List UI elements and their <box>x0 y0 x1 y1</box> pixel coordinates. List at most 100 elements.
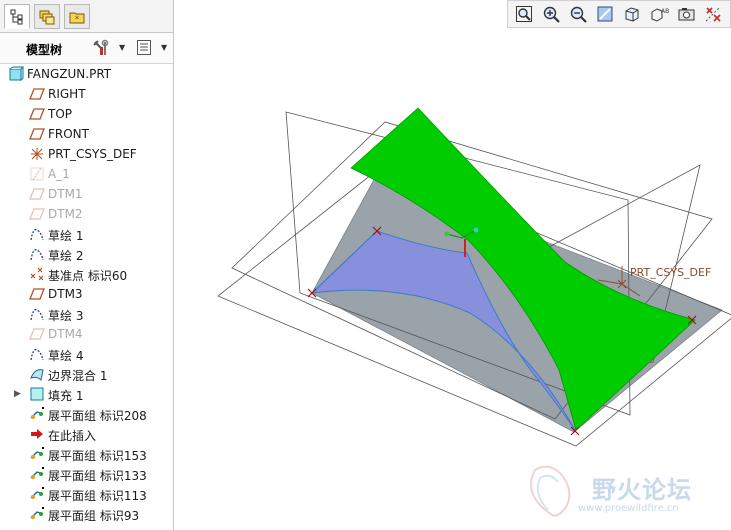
view-manager-icon <box>678 8 695 21</box>
part-icon <box>9 66 24 82</box>
tree-item[interactable]: 草绘 1 <box>0 224 173 244</box>
datum-display-icon <box>705 6 721 22</box>
tree-item-label: 展平面组 标识93 <box>48 509 140 523</box>
tree-show-button[interactable] <box>136 39 154 60</box>
watermark-url: www.proewildfire.cn <box>578 503 679 514</box>
tree-item-label: 草绘 1 <box>48 229 84 243</box>
tree-settings-dropdown-icon[interactable]: ▼ <box>119 43 125 52</box>
sketch-icon <box>30 309 44 321</box>
flatten-quilt-icon <box>30 507 44 519</box>
tree-item[interactable]: 展平面组 标识113 <box>0 484 173 504</box>
tree-item[interactable]: DTM1 <box>0 184 173 204</box>
sketch-icon <box>30 229 44 241</box>
repaint-icon <box>597 6 613 22</box>
tree-item[interactable]: 展平面组 标识93 <box>0 504 173 524</box>
model-tree-tab-icon <box>10 9 23 25</box>
insert-here-arrow-icon <box>31 429 43 439</box>
tree-item-label: DTM4 <box>48 327 83 341</box>
zoom-out-button[interactable] <box>568 4 589 25</box>
tree-item[interactable]: FRONT <box>0 124 173 144</box>
tree-item[interactable]: 在此插入 <box>0 424 173 444</box>
flatten-quilt-icon <box>30 487 44 499</box>
tree-item[interactable]: PRT_CSYS_DEF <box>0 144 173 164</box>
tree-item-label: 展平面组 标识208 <box>48 409 147 423</box>
tree-title: 模型树 <box>26 43 63 57</box>
boundary-blend-icon <box>30 369 44 382</box>
tree-item[interactable]: 草绘 3 <box>0 304 173 324</box>
tree-item[interactable]: A_1 <box>0 164 173 184</box>
repaint-button[interactable] <box>595 4 616 25</box>
saved-views-icon: AB <box>651 8 669 22</box>
tree-item-label: RIGHT <box>48 87 86 101</box>
tree-item-label: 边界混合 1 <box>48 369 108 383</box>
tree-item[interactable]: 展平面组 标识208 <box>0 404 173 424</box>
zoom-in-icon <box>543 6 560 23</box>
fill-icon <box>30 387 44 401</box>
zoom-in-button[interactable] <box>541 4 562 25</box>
tree-settings-button[interactable] <box>92 39 112 60</box>
tree-item[interactable]: TOP <box>0 104 173 124</box>
tree-show-dropdown-icon[interactable]: ▼ <box>161 43 167 52</box>
datum-plane-icon <box>29 88 45 100</box>
watermark-text: 野火论坛 <box>592 476 692 504</box>
tree-item-label: 草绘 3 <box>48 309 84 323</box>
tree-item-label: A_1 <box>48 167 70 181</box>
tree-item[interactable]: 基准点 标识60 <box>0 264 173 284</box>
sketch-icon <box>30 249 44 261</box>
tree-item[interactable]: 草绘 4 <box>0 344 173 364</box>
view-toolbar: AB <box>507 0 731 28</box>
tree-item[interactable]: 展平面组 标识153 <box>0 444 173 464</box>
tree-item-label: 填充 1 <box>48 389 84 403</box>
tree-item-label: 草绘 2 <box>48 249 84 263</box>
tree-item-label: TOP <box>48 107 73 121</box>
tree-toolbar: 模型树 ▼ ▼ <box>0 33 173 64</box>
datum-point-icon <box>30 267 44 281</box>
svg-text:*: * <box>75 15 80 25</box>
datum-plane-icon <box>29 328 45 340</box>
tree-item[interactable]: ▶ 填充 1 <box>0 384 173 404</box>
display-style-button[interactable] <box>622 4 643 25</box>
refit-button[interactable] <box>514 4 535 25</box>
show-list-icon <box>137 40 151 55</box>
tree-item[interactable]: RIGHT <box>0 84 173 104</box>
tree-item[interactable]: 边界混合 1 <box>0 364 173 384</box>
sketch-icon <box>30 349 44 361</box>
tree-item-label: 在此插入 <box>48 429 97 443</box>
tree-item-label: 展平面组 标识153 <box>48 449 147 463</box>
watermark-logo <box>530 465 571 517</box>
layers-tab[interactable] <box>34 4 60 29</box>
view-manager-button[interactable] <box>676 4 697 25</box>
tree-item[interactable]: 展平面组 标识133 <box>0 464 173 484</box>
layers-tab-icon <box>39 10 55 25</box>
svg-text:AB: AB <box>661 8 669 15</box>
datum-display-button[interactable] <box>703 4 724 25</box>
tree-item[interactable]: 草绘 2 <box>0 244 173 264</box>
tree-item-label: FANGZUN.PRT <box>27 67 112 81</box>
datum-plane-icon <box>29 188 45 200</box>
tree-item-label: DTM1 <box>48 187 83 201</box>
csys-label: PRT_CSYS_DEF <box>630 266 712 279</box>
tree-item-label: DTM2 <box>48 207 83 221</box>
tree-item-label: PRT_CSYS_DEF <box>48 147 137 161</box>
tree-item-label: 基准点 标识60 <box>48 269 128 283</box>
folder-star-tab-icon: * <box>69 12 85 25</box>
settings-tools-icon <box>93 39 109 55</box>
tree-item[interactable]: DTM4 <box>0 324 173 344</box>
tree-item-label: 展平面组 标识113 <box>48 489 147 503</box>
tree-item-label: DTM3 <box>48 287 83 301</box>
tree-item[interactable]: DTM2 <box>0 204 173 224</box>
zoom-out-icon <box>570 6 587 23</box>
datum-plane-icon <box>29 208 45 220</box>
saved-views-button[interactable]: AB <box>649 4 670 25</box>
flatten-quilt-icon <box>30 467 44 479</box>
favorites-tab[interactable]: * <box>64 4 90 29</box>
model-tree-panel: * 模型树 ▼ ▼ FANGZUN.PRT RIGHT TOP FRONT PRT_CS… <box>0 0 174 530</box>
graphics-viewport[interactable] <box>174 28 731 530</box>
model-tree-tab[interactable] <box>4 4 30 29</box>
expand-arrow-icon[interactable]: ▶ <box>14 389 21 399</box>
datum-plane-icon <box>29 108 45 120</box>
navigator-tabbar: * <box>0 0 173 33</box>
tree-item[interactable]: FANGZUN.PRT <box>0 64 173 84</box>
tree-item[interactable]: DTM3 <box>0 284 173 304</box>
flatten-quilt-icon <box>30 447 44 459</box>
